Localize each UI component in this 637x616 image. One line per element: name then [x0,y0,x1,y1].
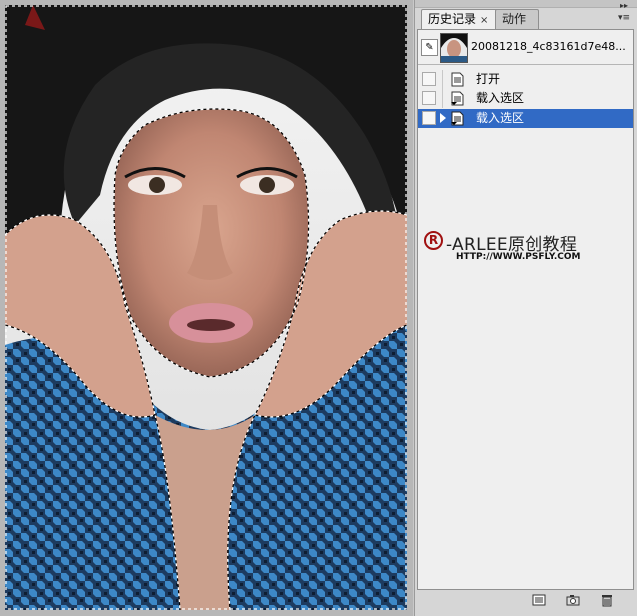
history-source-checkbox[interactable] [422,91,436,105]
tab-history-label: 历史记录 [428,12,477,26]
snapshot-label: 20081218_4c83161d7e48... [471,40,626,53]
history-panel: ▸▸ 历史记录 × 动作 ▾≡ ✎ 20081218_4c83161d7e48..… [414,0,637,616]
tab-actions[interactable]: 动作 [495,9,539,29]
document-icon [451,72,464,87]
panel-title-bar[interactable] [415,0,637,8]
history-label: 载入选区 [476,111,525,125]
history-brush-icon[interactable]: ✎ [421,39,438,56]
snapshot-row[interactable]: ✎ 20081218_4c83161d7e48... [418,30,633,65]
registered-mark-icon: R [424,231,443,250]
history-source-checkbox[interactable] [422,72,436,86]
new-document-icon[interactable] [531,594,547,608]
camera-icon[interactable] [565,594,581,608]
panel-tab-bar: 历史记录 × 动作 ▾≡ [417,9,634,29]
tab-actions-label: 动作 [502,12,527,26]
row-divider [442,70,443,89]
portrait-photo [5,5,407,610]
panel-options-icon[interactable]: ▾≡ [616,11,632,25]
panel-button-bar [417,590,634,612]
history-list: ✎ 20081218_4c83161d7e48... 打开 载入选区 载入选区 … [417,29,634,590]
watermark-url: HTTP://WWW.PSFLY.COM [456,252,581,262]
history-label: 打开 [476,72,501,86]
tab-history[interactable]: 历史记录 × [421,9,501,29]
row-divider [442,89,443,108]
trash-icon[interactable] [599,594,615,608]
history-label: 载入选区 [476,91,525,105]
snapshot-thumbnail [440,33,468,63]
history-source-checkbox[interactable] [422,111,436,125]
document-canvas[interactable] [0,0,413,616]
history-state-load-selection-current[interactable]: 载入选区 [418,109,633,128]
history-state-load-selection[interactable]: 载入选区 [418,89,633,108]
load-selection-icon [451,91,464,106]
history-state-open[interactable]: 打开 [418,70,633,89]
photo-image[interactable] [5,5,407,610]
current-state-slider-icon[interactable] [440,113,446,123]
load-selection-icon [451,111,464,126]
close-icon[interactable]: × [480,15,488,26]
